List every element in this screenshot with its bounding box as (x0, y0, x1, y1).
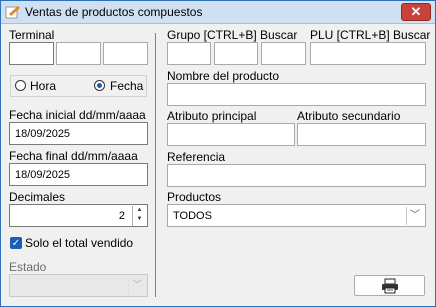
app-window: Ventas de productos compuestos ✕ Termina… (0, 0, 436, 307)
atributo-principal-label: Atributo principal (167, 109, 257, 123)
spin-buttons[interactable]: ▲ ▼ (132, 206, 146, 226)
column-divider (155, 33, 156, 297)
radio-fecha[interactable] (94, 80, 105, 91)
terminal-label: Terminal (9, 28, 55, 42)
estado-select[interactable]: ﹀ (9, 274, 148, 297)
terminal-field-1[interactable] (9, 42, 54, 65)
decimales-stepper[interactable]: 2 ▲ ▼ (9, 204, 148, 227)
atributo-principal-input[interactable] (167, 123, 295, 146)
report-app-icon (5, 6, 20, 19)
chevron-down-icon[interactable]: ﹀ (128, 277, 145, 295)
nombre-input[interactable] (167, 83, 426, 106)
plu-label: PLU [CTRL+B] Buscar (310, 28, 431, 42)
grupo-field-2[interactable] (214, 42, 258, 65)
radio-fecha-label: Fecha (110, 79, 144, 93)
productos-select[interactable]: TODOS ﹀ (167, 204, 426, 227)
productos-label: Productos (167, 190, 222, 204)
grupo-label: Grupo [CTRL+B] Buscar (167, 28, 298, 42)
close-icon: ✕ (410, 4, 422, 19)
referencia-input[interactable] (167, 164, 426, 187)
referencia-label: Referencia (167, 150, 226, 164)
solo-total-checkbox[interactable]: ✓ (10, 237, 22, 249)
nombre-label: Nombre del producto (167, 69, 280, 83)
print-button[interactable] (354, 275, 425, 296)
terminal-field-2[interactable] (56, 42, 101, 65)
spin-down-icon[interactable]: ▼ (133, 215, 146, 224)
terminal-field-3[interactable] (103, 42, 148, 65)
printer-icon (382, 278, 398, 294)
plu-input[interactable] (310, 42, 426, 65)
chevron-down-icon[interactable]: ﹀ (406, 207, 423, 225)
close-button[interactable]: ✕ (401, 3, 431, 21)
grupo-field-3[interactable] (261, 42, 306, 65)
decimales-label: Decimales (9, 190, 66, 204)
estado-label: Estado (9, 260, 47, 274)
fecha-final-input[interactable]: 18/09/2025 (9, 163, 148, 186)
solo-total-label: Solo el total vendido (25, 236, 134, 250)
spin-up-icon[interactable]: ▲ (133, 206, 146, 215)
atributo-secundario-label: Atributo secundario (297, 109, 401, 123)
radio-hora[interactable] (15, 80, 26, 91)
fecha-inicial-input[interactable]: 18/09/2025 (9, 122, 148, 145)
title-bar: Ventas de productos compuestos ✕ (1, 1, 435, 24)
fecha-inicial-label: Fecha inicial dd/mm/aaaa (9, 108, 146, 122)
window-title: Ventas de productos compuestos (25, 5, 203, 19)
atributo-secundario-input[interactable] (297, 123, 426, 146)
fecha-final-label: Fecha final dd/mm/aaaa (9, 149, 138, 163)
grupo-field-1[interactable] (167, 42, 211, 65)
radio-hora-label: Hora (30, 79, 57, 93)
